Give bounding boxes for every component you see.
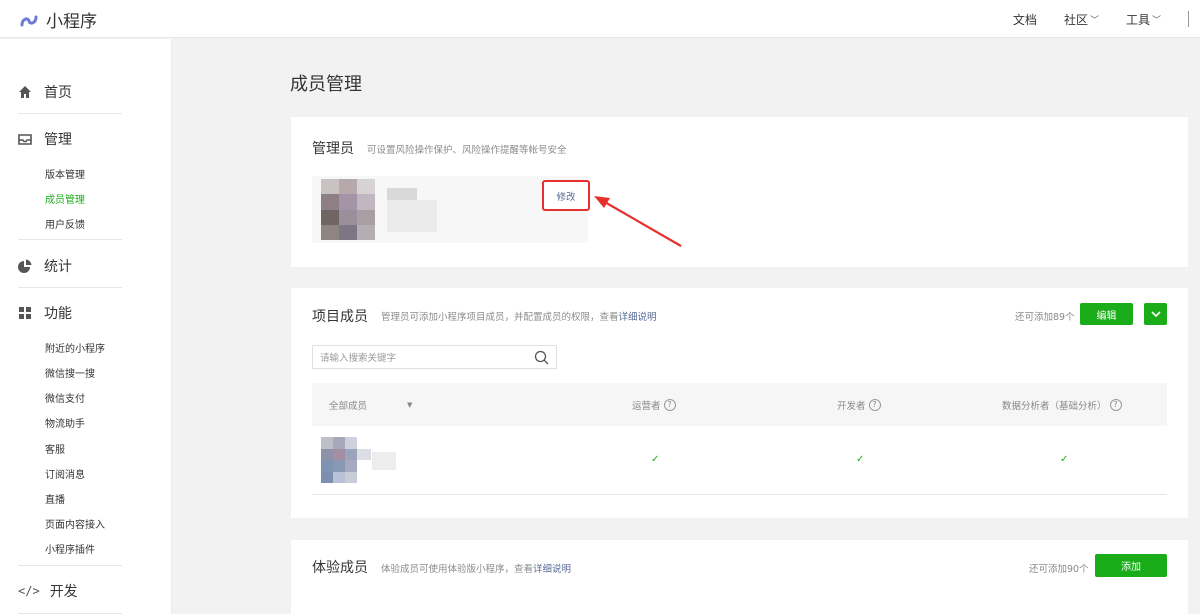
sidebar-item-label: 统计 — [44, 259, 72, 275]
admin-title: 管理员 — [312, 141, 354, 157]
admin-card: 管理员 可设置风险操作保护、风险操作提醒等帐号安全 修改 — [291, 117, 1188, 267]
column-header-label: 运营者 — [632, 401, 661, 412]
top-bar: 小程序 文档 社区 ﹀ 工具 ﹀ — [0, 0, 1200, 38]
experience-members-card: 体验成员 体验成员可使用体验版小程序，查看详细说明 还可添加90个 添加 — [291, 540, 1188, 614]
member-search — [312, 345, 557, 370]
member-name-blurred — [372, 452, 396, 470]
sidebar-item-label: 管理 — [44, 132, 72, 148]
admin-name-blurred — [387, 188, 417, 200]
sidebar-item-logistics[interactable]: 物流助手 — [45, 415, 85, 430]
project-quota: 还可添加89个 — [1015, 312, 1075, 323]
project-desc: 管理员可添加小程序项目成员，并配置成员的权限，查看详细说明 — [381, 309, 657, 323]
pie-chart-icon — [18, 259, 32, 273]
chevron-down-icon — [1150, 310, 1161, 317]
caret-down-icon: ▼ — [407, 401, 413, 409]
experience-title: 体验成员 — [312, 560, 368, 576]
nav-docs-label: 文档 — [1012, 12, 1037, 27]
experience-desc: 体验成员可使用体验版小程序，查看详细说明 — [381, 561, 571, 575]
column-header-developer: 开发者? — [837, 398, 881, 412]
modify-admin-button[interactable]: 修改 — [542, 180, 590, 211]
code-icon: </> — [18, 584, 40, 598]
sidebar-item-manage[interactable]: 管理 — [18, 129, 72, 149]
avatar — [321, 179, 375, 240]
help-icon[interactable]: ? — [868, 399, 881, 411]
sidebar-item-page-content[interactable]: 页面内容接入 — [45, 516, 105, 531]
sidebar-divider — [18, 113, 122, 114]
add-experience-member-button[interactable]: 添加 — [1095, 554, 1167, 577]
column-header-label: 开发者 — [837, 401, 866, 412]
mini-program-logo-icon — [20, 15, 38, 26]
annotation-arrow — [594, 196, 682, 247]
experience-desc-text: 体验成员可使用体验版小程序，查看 — [381, 564, 534, 575]
sidebar-item-user-feedback[interactable]: 用户反馈 — [45, 216, 85, 231]
sidebar-item-version-manage[interactable]: 版本管理 — [45, 166, 85, 181]
column-header-analyst: 数据分析者（基础分析）? — [1002, 398, 1122, 412]
sidebar-divider — [18, 239, 122, 240]
project-details-link[interactable]: 详细说明 — [619, 312, 657, 323]
column-header-operator: 运营者? — [632, 398, 676, 412]
top-nav: 文档 社区 ﹀ 工具 ﹀ — [1013, 0, 1200, 38]
app-logo[interactable]: 小程序 — [18, 7, 97, 32]
table-row: ✓ ✓ ✓ — [312, 426, 1167, 495]
chevron-down-icon: ﹀ — [1089, 15, 1099, 26]
member-filter-dropdown[interactable]: 全部成员 ▼ — [329, 398, 412, 412]
chevron-down-icon: ﹀ — [1151, 15, 1161, 26]
sidebar-item-label: 首页 — [44, 85, 72, 101]
developer-check-icon: ✓ — [856, 454, 865, 465]
grid-icon — [19, 307, 31, 319]
column-header-label: 数据分析者（基础分析） — [1002, 401, 1107, 412]
help-icon[interactable]: ? — [663, 399, 676, 411]
nav-tools-label: 工具 — [1125, 12, 1150, 27]
sidebar: 首页 管理 版本管理 成员管理 用户反馈 统计 功能 附近的小程序 微信搜一搜 … — [0, 39, 172, 614]
sidebar-item-dev[interactable]: </> 开发 — [18, 581, 78, 601]
experience-details-link[interactable]: 详细说明 — [533, 564, 571, 575]
sidebar-item-stats[interactable]: 统计 — [18, 256, 72, 276]
sidebar-item-member-manage[interactable]: 成员管理 — [45, 191, 85, 206]
sidebar-divider — [18, 287, 122, 288]
sidebar-item-nearby-mini-programs[interactable]: 附近的小程序 — [45, 340, 105, 355]
nav-community-label: 社区 — [1063, 12, 1088, 27]
sidebar-item-subscribe-messages[interactable]: 订阅消息 — [45, 466, 85, 481]
column-header-all-members: 全部成员 — [329, 401, 368, 412]
help-icon[interactable]: ? — [1109, 399, 1122, 411]
sidebar-item-customer-service[interactable]: 客服 — [45, 441, 65, 456]
project-desc-text: 管理员可添加小程序项目成员，并配置成员的权限，查看 — [381, 312, 619, 323]
sidebar-item-label: 功能 — [44, 306, 72, 322]
app-name: 小程序 — [46, 12, 97, 32]
sidebar-item-live[interactable]: 直播 — [45, 491, 65, 506]
sidebar-item-plugins[interactable]: 小程序插件 — [45, 541, 95, 556]
sidebar-item-features[interactable]: 功能 — [18, 303, 72, 323]
admin-desc: 可设置风险操作保护、风险操作提醒等帐号安全 — [367, 145, 567, 156]
search-icon[interactable] — [534, 350, 549, 365]
sidebar-divider — [18, 565, 122, 566]
sidebar-item-home[interactable]: 首页 — [18, 82, 72, 102]
page-title: 成员管理 — [290, 74, 362, 95]
sidebar-item-wechat-search[interactable]: 微信搜一搜 — [45, 365, 95, 380]
nav-docs[interactable]: 文档 — [1013, 11, 1037, 28]
analyst-check-icon: ✓ — [1060, 454, 1069, 465]
inbox-icon — [18, 134, 32, 145]
operator-check-icon: ✓ — [651, 454, 660, 465]
project-title: 项目成员 — [312, 309, 368, 325]
edit-button[interactable]: 编辑 — [1080, 303, 1133, 325]
user-menu-edge-icon[interactable] — [1188, 11, 1200, 27]
project-members-card: 项目成员 管理员可添加小程序项目成员，并配置成员的权限，查看详细说明 还可添加8… — [291, 288, 1188, 518]
member-table-header: 全部成员 ▼ 运营者? 开发者? 数据分析者（基础分析）? — [312, 383, 1167, 426]
experience-quota: 还可添加90个 — [1029, 564, 1089, 575]
admin-id-blurred — [387, 200, 437, 232]
nav-tools[interactable]: 工具 ﹀ — [1126, 11, 1161, 28]
search-input[interactable] — [313, 347, 513, 370]
home-icon — [19, 86, 31, 98]
sidebar-item-wechat-pay[interactable]: 微信支付 — [45, 390, 85, 405]
nav-community[interactable]: 社区 ﹀ — [1064, 11, 1099, 28]
sidebar-item-label: 开发 — [49, 584, 78, 600]
more-options-button[interactable] — [1144, 303, 1167, 325]
avatar — [321, 437, 371, 483]
